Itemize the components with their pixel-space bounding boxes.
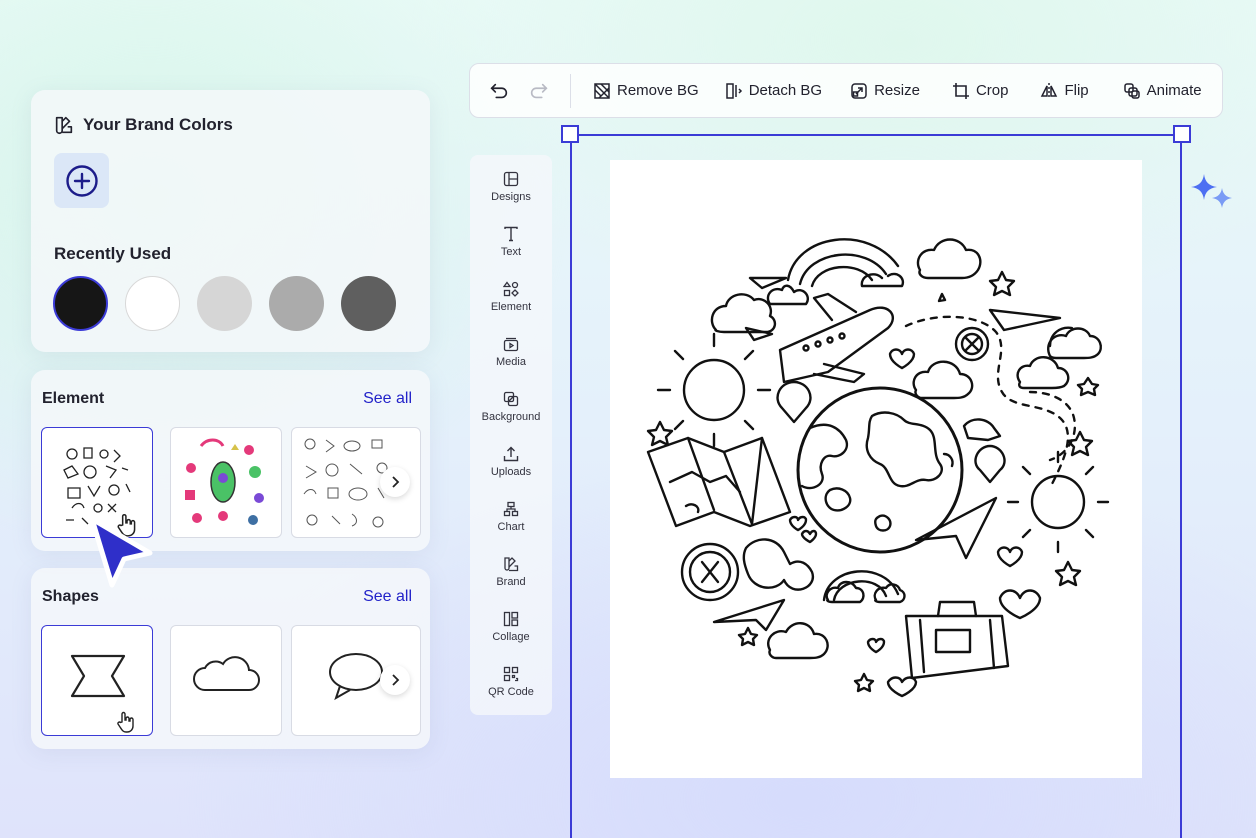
element-icon [503,281,519,297]
element-see-all-link[interactable]: See all [363,390,412,408]
animate-icon [1123,82,1140,99]
brand-palette-icon [55,116,73,135]
crop-icon [952,82,969,99]
flip-icon [1041,82,1058,99]
designs-icon [503,171,519,187]
shapes-see-all-link[interactable]: See all [363,588,412,606]
qr-code-icon [503,666,519,682]
chart-icon [503,501,519,517]
remove-bg-label: Remove BG [617,82,699,99]
rail-item-element[interactable]: Element [470,281,552,313]
color-swatch-5[interactable] [341,276,396,331]
collage-icon [503,611,519,627]
uploads-icon [503,446,519,462]
color-swatch-3[interactable] [197,276,252,331]
resize-handle-top-right[interactable] [1173,125,1191,143]
rail-item-background[interactable]: Background [470,391,552,423]
resize-button[interactable]: Resize [850,82,920,100]
colorful-sticker-thumbnail [185,438,264,525]
tool-rail: Designs Text Element Media Background Up… [470,155,552,715]
element-section-title: Element [42,390,105,407]
detach-bg-button[interactable]: Detach BG [725,82,822,100]
brand-icon [504,557,519,572]
cloud-shape-icon [193,656,260,691]
animate-button[interactable]: Animate [1123,82,1202,100]
arrow-cursor-icon [89,516,153,588]
shape-thumb-cloud[interactable] [170,625,282,736]
rail-label-text: Text [500,246,522,258]
background-icon [503,391,519,407]
recent-color-swatches [53,276,396,331]
travel-doodle-illustration [646,238,1110,698]
flip-label: Flip [1064,82,1089,99]
sparkle-icon [1191,174,1232,208]
rail-label-qr-code: QR Code [488,686,534,698]
remove-bg-icon [594,82,610,99]
shapes-next-button[interactable] [380,665,410,695]
element-next-button[interactable] [380,467,410,497]
rail-item-chart[interactable]: Chart [470,501,552,533]
hand-pointer-icon [117,711,134,733]
text-icon [504,226,518,242]
rail-label-chart: Chart [497,521,525,533]
resize-handle-top-left[interactable] [561,125,579,143]
rail-label-collage: Collage [492,631,530,643]
brand-colors-header: Your Brand Colors [53,114,233,136]
undo-icon[interactable] [488,80,510,102]
remove-bg-button[interactable]: Remove BG [593,82,699,100]
crop-button[interactable]: Crop [952,82,1009,100]
toolbar-divider [570,73,571,108]
rail-label-designs: Designs [491,191,531,203]
detach-bg-icon [725,82,742,99]
rail-item-text[interactable]: Text [470,226,552,258]
brand-colors-panel: Your Brand Colors Recently Used [31,90,430,352]
recently-used-title: Recently Used [54,244,172,263]
canvas-page[interactable] [610,160,1142,778]
rail-label-uploads: Uploads [490,466,532,478]
color-swatch-4[interactable] [269,276,324,331]
rail-item-collage[interactable]: Collage [470,611,552,643]
add-brand-color-button[interactable] [54,153,109,208]
chevron-right-icon [392,674,400,686]
chevron-right-icon [392,476,400,488]
rail-item-designs[interactable]: Designs [470,171,552,203]
shape-thumb-hourglass[interactable] [41,625,153,736]
rail-item-uploads[interactable]: Uploads [470,446,552,478]
media-icon [503,337,519,352]
plus-circle-icon [65,164,98,197]
color-swatch-1[interactable] [53,276,108,331]
flip-button[interactable]: Flip [1040,82,1089,100]
rail-label-background: Background [481,411,541,423]
rail-label-media: Media [496,356,526,368]
rail-item-qr-code[interactable]: QR Code [470,666,552,698]
animate-label: Animate [1146,82,1202,99]
resize-icon [851,82,867,99]
rail-label-brand: Brand [496,576,526,588]
element-thumb-colorful[interactable] [170,427,282,538]
rail-label-element: Element [490,301,532,313]
brand-colors-title: Your Brand Colors [83,115,233,134]
image-toolbar: Remove BG Detach BG Resize Crop Flip Ani… [469,63,1223,118]
rail-item-brand[interactable]: Brand [470,556,552,588]
rail-item-media[interactable]: Media [470,336,552,368]
detach-bg-label: Detach BG [748,82,823,99]
color-swatch-2[interactable] [125,276,180,331]
crop-label: Crop [975,82,1009,99]
resize-label: Resize [874,82,920,99]
redo-icon[interactable] [528,80,550,102]
